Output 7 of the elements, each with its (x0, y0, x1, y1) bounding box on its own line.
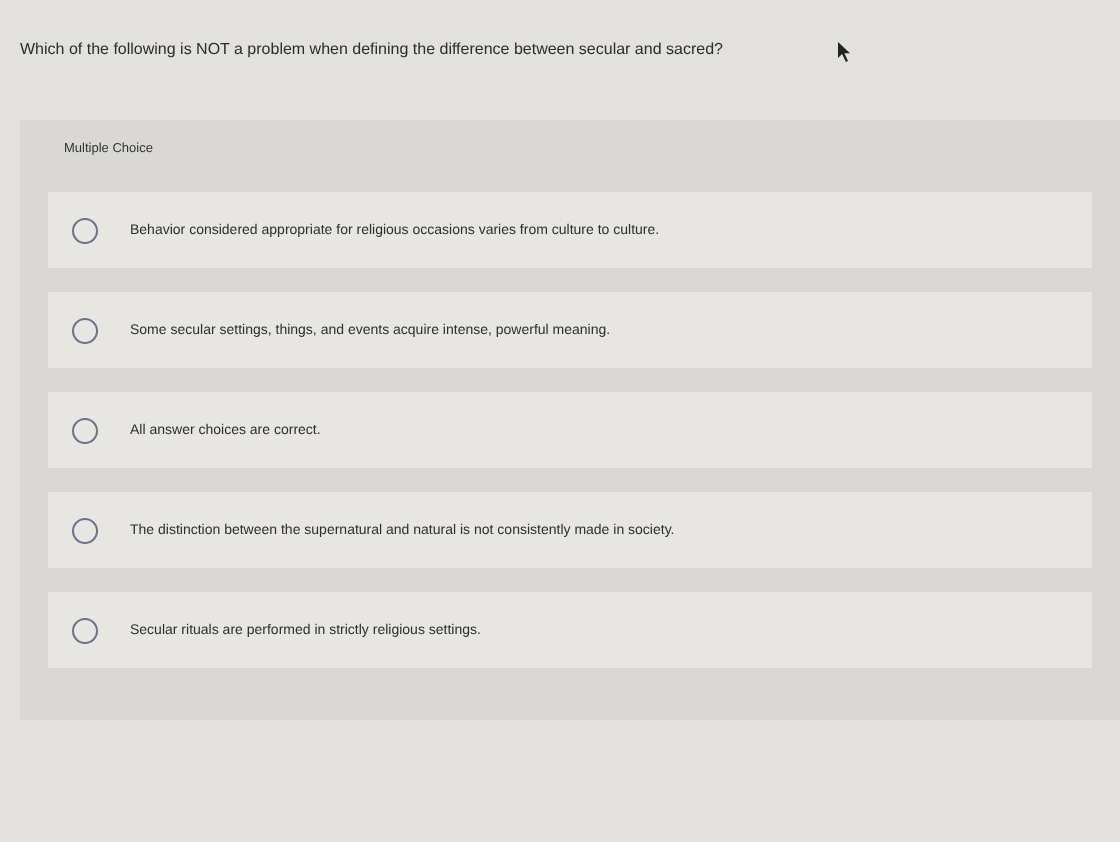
radio-button[interactable] (72, 517, 98, 543)
question-text: Which of the following is NOT a problem when defining the difference between secular and sacred? (20, 40, 723, 62)
radio-button[interactable] (72, 317, 98, 343)
radio-button[interactable] (72, 617, 98, 643)
radio-button[interactable] (72, 417, 98, 443)
radio-button[interactable] (72, 217, 98, 243)
mouse-pointer-icon (838, 42, 852, 62)
